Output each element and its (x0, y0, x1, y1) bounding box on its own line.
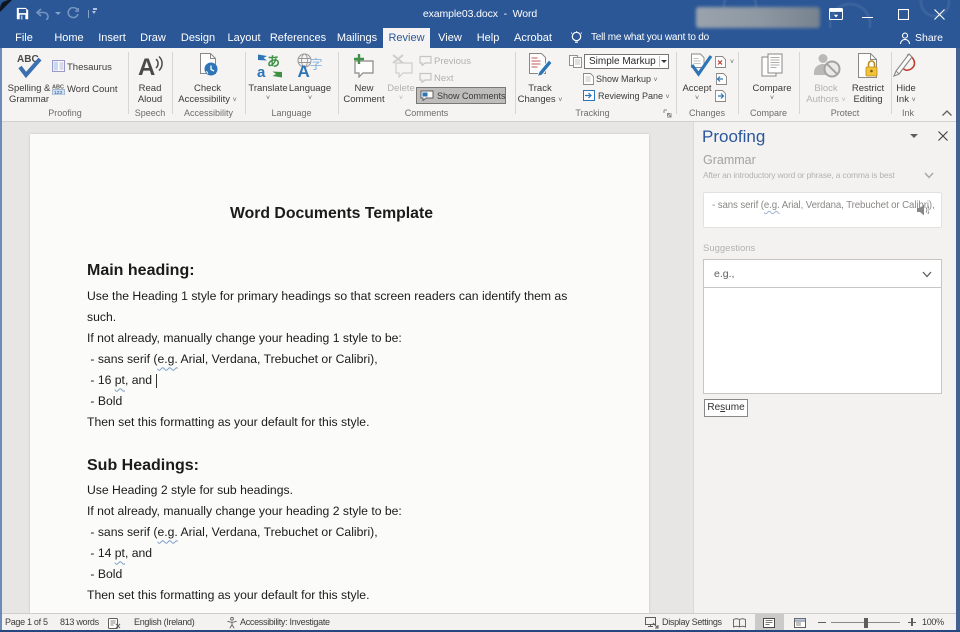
svg-text:A: A (138, 54, 155, 79)
svg-text:字: 字 (310, 57, 323, 72)
svg-text:あ: あ (267, 54, 280, 69)
svg-text:a: a (257, 64, 266, 79)
svg-text:A: A (298, 62, 310, 79)
svg-text:123: 123 (54, 90, 62, 95)
